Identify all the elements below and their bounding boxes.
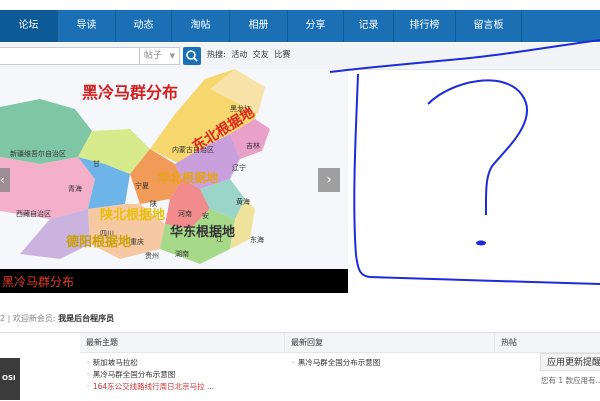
base-label: 德阳根据地: [66, 235, 132, 250]
region-label: 安: [202, 212, 209, 220]
hot-search-label: 热搜:: [207, 50, 226, 59]
nav-label: 分享: [305, 20, 326, 31]
nav-label: 记录: [358, 20, 379, 31]
search-icon: [186, 50, 198, 62]
map-title: 黑冷马群分布: [82, 83, 179, 102]
hot-term-link[interactable]: 比赛: [274, 50, 290, 59]
base-label: 华东根据地: [170, 225, 236, 240]
region-label: 贵州: [145, 252, 159, 260]
nav-label: 动态: [133, 20, 154, 31]
next-slide-button[interactable]: ›: [318, 168, 340, 192]
hot-term-link[interactable]: 活动: [231, 50, 247, 59]
panel-title: 最新回复: [291, 338, 323, 347]
search-type-select[interactable]: 帖子 ▼: [140, 47, 180, 65]
nav-item-guide[interactable]: 导读: [58, 10, 116, 42]
thumbnail-image[interactable]: OSI: [0, 358, 20, 400]
base-label: 陕北根据地: [100, 208, 166, 223]
update-notice: 您有 1 款应用有...: [541, 376, 600, 385]
region-label: 西藏自治区: [16, 210, 51, 218]
panel-header: 最新主题: [80, 333, 285, 353]
list-item[interactable]: 黑冷马群全国分布示意图: [86, 369, 214, 381]
nav-item-album[interactable]: 相册: [230, 10, 288, 42]
topics-panel: 最新主题 最新回复 热帖 新加坡马拉松 黑冷马群全国分布示意图 164东公交线路…: [0, 332, 600, 401]
topic-link[interactable]: 164东公交线路线行周日北京马拉 ...: [93, 382, 214, 391]
list-item[interactable]: 164东公交线路线行周日北京马拉 ...: [86, 381, 214, 393]
panel-title: 热帖: [501, 338, 517, 347]
region-label: 河南: [178, 210, 192, 218]
list-item[interactable]: 黑冷马群全国分布示意图: [291, 357, 381, 369]
search-type-label: 帖子: [144, 51, 163, 61]
new-member-link[interactable]: 我是后台程序员: [58, 314, 114, 323]
reply-link[interactable]: 黑冷马群全国分布示意图: [298, 358, 381, 367]
hot-term-link[interactable]: 交友: [253, 50, 269, 59]
latest-topics-list: 新加坡马拉松 黑冷马群全国分布示意图 164东公交线路线行周日北京马拉 ...: [86, 357, 214, 393]
update-label: 应用更新提醒: [547, 358, 600, 368]
nav-label: 相册: [248, 20, 269, 31]
nav-label: 淘帖: [190, 20, 211, 31]
nav-label: 导读: [76, 20, 97, 31]
search-bar: 帖子 ▼ 热搜: 活动 交友 比赛: [0, 43, 600, 70]
thumbnail-text: OSI: [2, 374, 16, 382]
region-label: 宁夏: [135, 182, 149, 190]
nav-item-forum[interactable]: 论坛: [0, 10, 58, 42]
hot-search: 热搜: 活动 交友 比赛: [207, 49, 293, 60]
panel-header: 热帖: [495, 333, 600, 353]
topic-link[interactable]: 新加坡马拉松: [93, 358, 138, 367]
panel-header: 最新回复: [285, 333, 495, 353]
nav-item-records[interactable]: 记录: [344, 10, 394, 42]
slide-caption: 黑冷马群分布: [2, 275, 75, 289]
search-input[interactable]: [0, 47, 140, 65]
region-label: 重庆: [130, 238, 144, 246]
nav-item-share[interactable]: 分享: [288, 10, 344, 42]
chevron-right-icon: ›: [326, 172, 332, 188]
members-line: 2 | 欢迎新会员: 我是后台程序员: [0, 313, 600, 327]
chevron-left-icon: ‹: [0, 173, 5, 187]
main-nav: 论坛 导读 动态 淘帖 相册 分享 记录 排行榜 留言板: [0, 10, 600, 42]
nav-label: 论坛: [18, 20, 39, 31]
slideshow-image[interactable]: 新疆维吾尔自治区 西藏自治区 青海 甘 内蒙古自治区 黑龙江 吉林 辽宁 宁夏 …: [0, 69, 348, 269]
list-item[interactable]: 新加坡马拉松: [86, 357, 214, 369]
region-label: 吉林: [246, 142, 260, 150]
search-button[interactable]: [183, 47, 201, 65]
region-label: 东海: [250, 236, 264, 244]
panel-title: 最新主题: [86, 338, 118, 347]
region-label: 湖南: [175, 250, 189, 258]
region-label: 新疆维吾尔自治区: [10, 150, 66, 158]
nav-item-guestbook[interactable]: 留言板: [456, 10, 522, 42]
region-label: 甘: [93, 160, 100, 168]
slide-caption-bar: 黑冷马群分布: [0, 269, 348, 293]
divider: |: [7, 314, 11, 323]
nav-label: 留言板: [473, 20, 504, 31]
region-label: 辽宁: [232, 164, 246, 172]
prev-slide-button[interactable]: ‹: [0, 168, 10, 192]
region-label: 黄海: [236, 198, 250, 206]
nav-item-collection[interactable]: 淘帖: [172, 10, 230, 42]
app-update-button[interactable]: 应用更新提醒: [540, 353, 600, 371]
base-label: 华北根据地: [158, 171, 219, 185]
topic-link[interactable]: 黑冷马群全国分布示意图: [93, 370, 176, 379]
nav-label: 排行榜: [409, 20, 440, 31]
member-count: 2: [0, 314, 6, 323]
latest-replies-list: 黑冷马群全国分布示意图: [291, 357, 381, 369]
nav-item-feed[interactable]: 动态: [116, 10, 172, 42]
welcome-label: 欢迎新会员:: [12, 314, 56, 323]
chevron-down-icon: ▼: [169, 52, 175, 60]
nav-item-ranking[interactable]: 排行榜: [394, 10, 456, 42]
region-label: 青海: [68, 185, 82, 193]
